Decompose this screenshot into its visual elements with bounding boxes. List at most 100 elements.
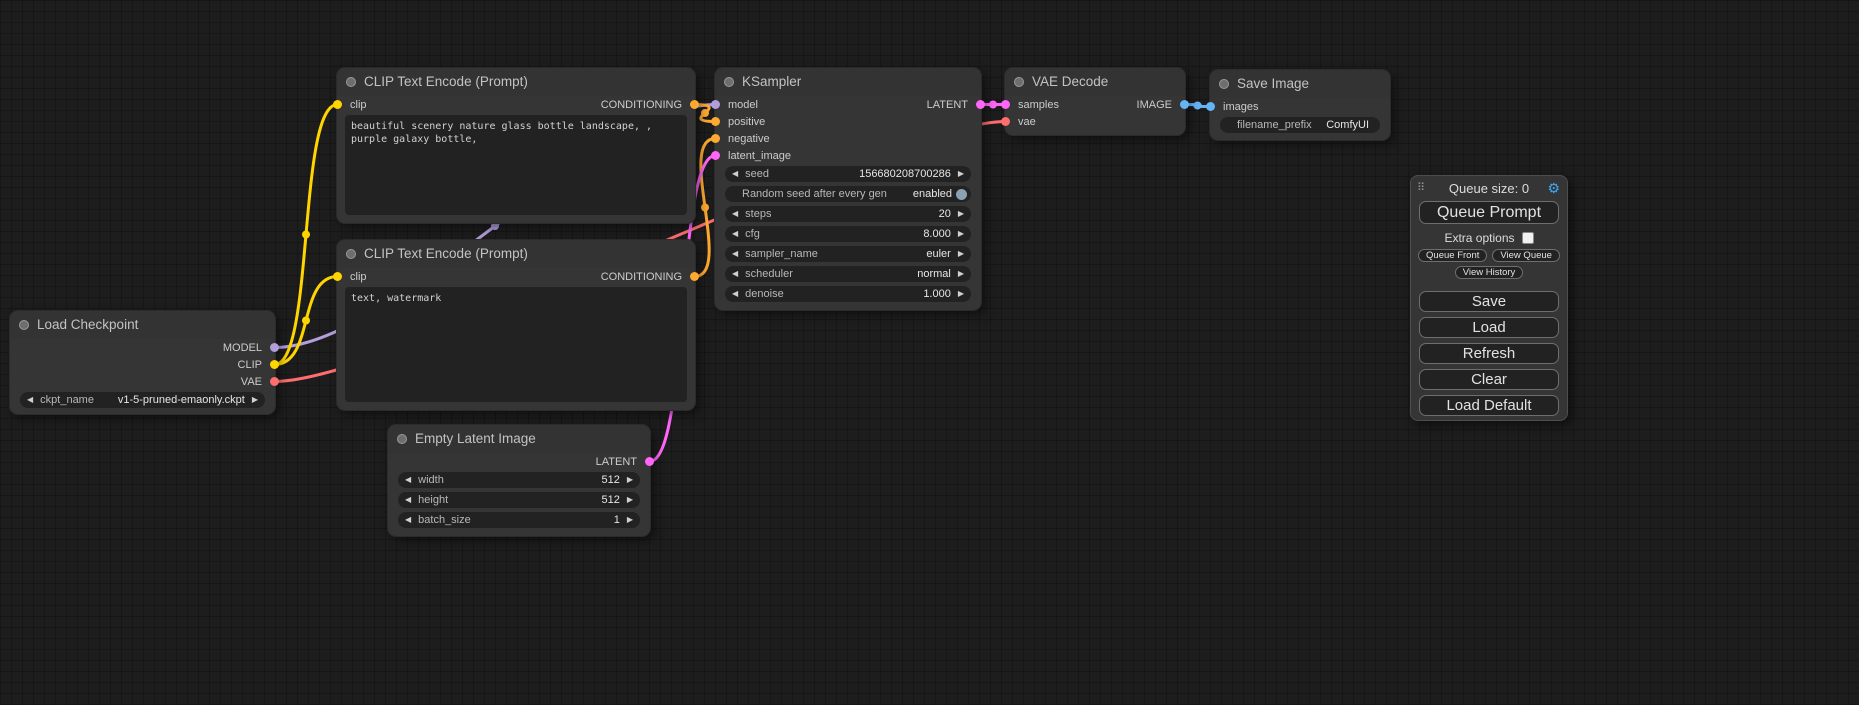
- collapse-dot-icon[interactable]: [724, 77, 734, 87]
- prompt-textarea[interactable]: beautiful scenery nature glass bottle la…: [345, 115, 687, 215]
- increment-arrow-icon[interactable]: ▶: [627, 492, 633, 508]
- node-vae-decode[interactable]: VAE Decode IMAGE samples vae: [1005, 68, 1185, 135]
- decrement-arrow-icon[interactable]: ◀: [405, 512, 411, 528]
- increment-arrow-icon[interactable]: ▶: [958, 286, 964, 302]
- prompt-textarea[interactable]: text, watermark: [345, 287, 687, 402]
- load-checkpoint-output-vae-dot[interactable]: [270, 377, 279, 386]
- widget-label: height: [418, 494, 448, 506]
- seed-widget[interactable]: ◀ seed 156680208700286 ▶: [725, 166, 971, 182]
- slot-label: CONDITIONING: [601, 99, 682, 111]
- filename-prefix-widget[interactable]: filename_prefix ComfyUI: [1220, 117, 1380, 133]
- ksampler-input-latent-image-dot[interactable]: [711, 151, 720, 160]
- save-button[interactable]: Save: [1419, 291, 1559, 312]
- increment-arrow-icon[interactable]: ▶: [627, 472, 633, 488]
- widget-label: Random seed after every gen: [742, 188, 887, 200]
- decrement-arrow-icon[interactable]: ◀: [732, 166, 738, 182]
- increment-arrow-icon[interactable]: ▶: [627, 512, 633, 528]
- slot-label: negative: [728, 133, 770, 145]
- batch-size-widget[interactable]: ◀ batch_size 1 ▶: [398, 512, 640, 528]
- node-clip-text-encode-positive[interactable]: CLIP Text Encode (Prompt) clip CONDITION…: [337, 68, 695, 223]
- increment-arrow-icon[interactable]: ▶: [958, 246, 964, 262]
- slot-label: positive: [728, 116, 765, 128]
- clear-button[interactable]: Clear: [1419, 369, 1559, 390]
- extra-options-checkbox[interactable]: [1522, 232, 1534, 244]
- widget-value: normal: [917, 268, 951, 280]
- collapse-dot-icon[interactable]: [1219, 79, 1229, 89]
- sampler-name-widget[interactable]: ◀ sampler_name euler ▶: [725, 246, 971, 262]
- node-title-bar[interactable]: Empty Latent Image: [388, 425, 650, 453]
- load-checkpoint-output-model-dot[interactable]: [270, 343, 279, 352]
- decrement-arrow-icon[interactable]: ◀: [732, 226, 738, 242]
- decrement-arrow-icon[interactable]: ◀: [405, 492, 411, 508]
- increment-arrow-icon[interactable]: ▶: [958, 166, 964, 182]
- node-title-bar[interactable]: CLIP Text Encode (Prompt): [337, 240, 695, 268]
- widget-value: 512: [601, 474, 619, 486]
- collapse-dot-icon[interactable]: [346, 249, 356, 259]
- decrement-arrow-icon[interactable]: ◀: [405, 472, 411, 488]
- collapse-dot-icon[interactable]: [1014, 77, 1024, 87]
- seed-control-toggle-icon[interactable]: [956, 189, 967, 200]
- load-checkpoint-output-clip-dot[interactable]: [270, 360, 279, 369]
- vae-decode-input-vae-dot[interactable]: [1001, 117, 1010, 126]
- slot-label: CONDITIONING: [601, 271, 682, 283]
- width-widget[interactable]: ◀ width 512 ▶: [398, 472, 640, 488]
- widget-label: filename_prefix: [1237, 119, 1312, 131]
- input-slot-positive: positive: [715, 113, 981, 130]
- node-empty-latent-image[interactable]: Empty Latent Image LATENT ◀ width 512 ▶ …: [388, 425, 650, 536]
- node-title-bar[interactable]: Save Image: [1210, 70, 1390, 98]
- drag-handle-icon[interactable]: ⠿: [1417, 181, 1425, 194]
- scheduler-widget[interactable]: ◀ scheduler normal ▶: [725, 266, 971, 282]
- node-title-bar[interactable]: KSampler: [715, 68, 981, 96]
- node-title-bar[interactable]: CLIP Text Encode (Prompt): [337, 68, 695, 96]
- clip-encode-positive-output-conditioning-dot[interactable]: [690, 100, 699, 109]
- increment-arrow-icon[interactable]: ▶: [958, 206, 964, 222]
- decrement-arrow-icon[interactable]: ◀: [732, 266, 738, 282]
- graph-canvas[interactable]: Load Checkpoint MODEL CLIP VAE ◀ ckpt_na…: [0, 0, 1859, 705]
- queue-size-label: Queue size: 0: [1411, 176, 1567, 201]
- denoise-widget[interactable]: ◀ denoise 1.000 ▶: [725, 286, 971, 302]
- empty-latent-output-latent-dot[interactable]: [645, 457, 654, 466]
- settings-gear-icon[interactable]: ⚙: [1547, 180, 1560, 197]
- node-title-bar[interactable]: Load Checkpoint: [10, 311, 275, 339]
- clip-encode-negative-output-conditioning-dot[interactable]: [690, 272, 699, 281]
- decrement-arrow-icon[interactable]: ◀: [732, 286, 738, 302]
- node-load-checkpoint[interactable]: Load Checkpoint MODEL CLIP VAE ◀ ckpt_na…: [10, 311, 275, 414]
- collapse-dot-icon[interactable]: [19, 320, 29, 330]
- view-history-button[interactable]: View History: [1455, 266, 1524, 279]
- load-default-button[interactable]: Load Default: [1419, 395, 1559, 416]
- node-save-image[interactable]: Save Image images filename_prefix ComfyU…: [1210, 70, 1390, 140]
- decrement-arrow-icon[interactable]: ◀: [732, 246, 738, 262]
- ksampler-input-model-dot[interactable]: [711, 100, 720, 109]
- decrement-arrow-icon[interactable]: ◀: [732, 206, 738, 222]
- load-button[interactable]: Load: [1419, 317, 1559, 338]
- height-widget[interactable]: ◀ height 512 ▶: [398, 492, 640, 508]
- decrement-arrow-icon[interactable]: ◀: [27, 392, 33, 408]
- collapse-dot-icon[interactable]: [397, 434, 407, 444]
- seed-control-widget[interactable]: Random seed after every gen enabled: [725, 186, 971, 202]
- node-clip-text-encode-negative[interactable]: CLIP Text Encode (Prompt) clip CONDITION…: [337, 240, 695, 410]
- extra-options-row: Extra options: [1411, 231, 1567, 245]
- refresh-button[interactable]: Refresh: [1419, 343, 1559, 364]
- clip-encode-positive-input-clip-dot[interactable]: [333, 100, 342, 109]
- steps-widget[interactable]: ◀ steps 20 ▶: [725, 206, 971, 222]
- increment-arrow-icon[interactable]: ▶: [958, 266, 964, 282]
- node-title-bar[interactable]: VAE Decode: [1005, 68, 1185, 96]
- node-ksampler[interactable]: KSampler LATENT model positive negative …: [715, 68, 981, 310]
- ksampler-input-positive-dot[interactable]: [711, 117, 720, 126]
- save-image-input-images-dot[interactable]: [1206, 102, 1215, 111]
- widget-label: batch_size: [418, 514, 471, 526]
- cfg-widget[interactable]: ◀ cfg 8.000 ▶: [725, 226, 971, 242]
- vae-decode-input-samples-dot[interactable]: [1001, 100, 1010, 109]
- widget-label: steps: [745, 208, 771, 220]
- increment-arrow-icon[interactable]: ▶: [252, 392, 258, 408]
- increment-arrow-icon[interactable]: ▶: [958, 226, 964, 242]
- view-queue-button[interactable]: View Queue: [1492, 249, 1560, 262]
- ksampler-input-negative-dot[interactable]: [711, 134, 720, 143]
- ckpt-name-widget[interactable]: ◀ ckpt_name v1-5-pruned-emaonly.ckpt ▶: [20, 392, 265, 408]
- clip-encode-negative-input-clip-dot[interactable]: [333, 272, 342, 281]
- queue-panel: ⠿ Queue size: 0 ⚙ Queue Prompt Extra opt…: [1410, 175, 1568, 421]
- collapse-dot-icon[interactable]: [346, 77, 356, 87]
- queue-prompt-button[interactable]: Queue Prompt: [1419, 201, 1559, 224]
- queue-front-button[interactable]: Queue Front: [1418, 249, 1487, 262]
- wire-positive-conditioning-midpoint-dot: [701, 109, 709, 117]
